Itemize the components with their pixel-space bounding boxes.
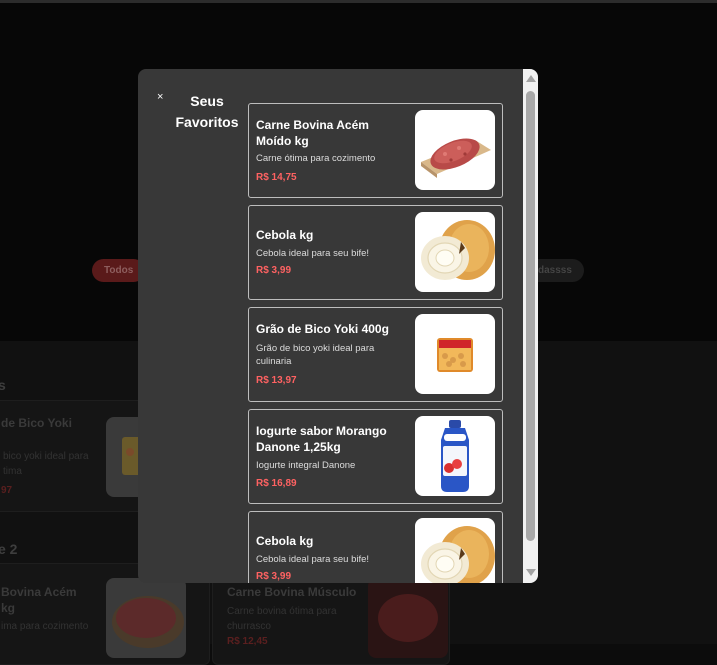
favorites-modal: × Seus Favoritos Carne Bovina Acém Moído…	[138, 69, 538, 583]
favorite-item-price: R$ 3,99	[256, 265, 292, 276]
close-button[interactable]: ×	[157, 91, 163, 103]
favorite-item-description: Cebola ideal para seu bife!	[256, 248, 370, 259]
favorite-item[interactable]: Carne Bovina Acém Moído kg Carne ótima p…	[248, 103, 503, 198]
scrollbar-thumb[interactable]	[526, 91, 535, 541]
favorite-item-title: Carne Bovina Acém Moído kg	[256, 118, 369, 148]
favorite-item-description: Cebola ideal para seu bife!	[256, 554, 370, 565]
yogurt-bottle-image	[415, 416, 495, 496]
onion-image	[415, 518, 495, 583]
favorite-item-title: Cebola kg	[256, 534, 314, 548]
modal-title: Seus Favoritos	[175, 93, 239, 130]
favorite-item-description: Carne ótima para cozimento	[256, 153, 376, 164]
favorite-item-title: Iogurte sabor Morango Danone 1,25kg	[256, 424, 387, 454]
chickpea-pack-image	[415, 314, 495, 394]
favorite-item[interactable]: Cebola kg Cebola ideal para seu bife! R$…	[248, 511, 503, 583]
favorite-item-price: R$ 14,75	[256, 172, 297, 183]
ground-beef-image	[415, 110, 495, 190]
onion-image	[415, 212, 495, 292]
scroll-up-arrow-icon[interactable]	[526, 75, 536, 82]
scroll-down-arrow-icon[interactable]	[526, 569, 536, 576]
favorite-item-price: R$ 16,89	[256, 478, 297, 489]
modal-scrollbar[interactable]	[523, 69, 538, 583]
favorite-item-price: R$ 3,99	[256, 571, 292, 582]
favorite-item[interactable]: Iogurte sabor Morango Danone 1,25kg Iogu…	[248, 409, 503, 504]
favorite-item[interactable]: Grão de Bico Yoki 400g Grão de bico yoki…	[248, 307, 503, 402]
favorite-item-description: Grão de bico yoki ideal para culinaria	[256, 343, 375, 367]
favorite-item-title: Grão de Bico Yoki 400g	[256, 322, 389, 336]
favorite-item-title: Cebola kg	[256, 228, 314, 242]
favorite-item-description: Iogurte integral Danone	[256, 460, 356, 471]
favorite-item-price: R$ 13,97	[256, 375, 297, 386]
favorite-item[interactable]: Cebola kg Cebola ideal para seu bife! R$…	[248, 205, 503, 300]
